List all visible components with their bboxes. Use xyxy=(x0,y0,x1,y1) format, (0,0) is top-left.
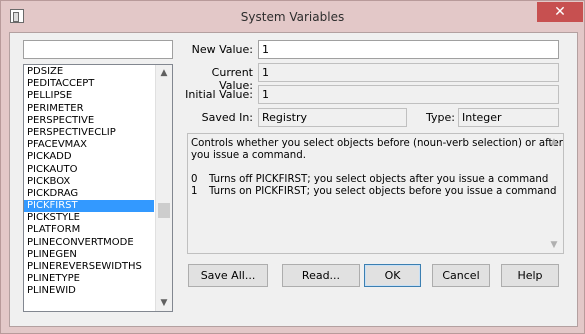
option-code: 0 xyxy=(191,174,198,185)
list-item[interactable]: PEDITACCEPT xyxy=(24,78,154,90)
list-item[interactable]: PLINEWID xyxy=(24,285,154,297)
cancel-button[interactable]: Cancel xyxy=(432,264,490,287)
help-button[interactable]: Help xyxy=(501,264,559,287)
option-text: Turns off PICKFIRST; you select objects … xyxy=(209,174,549,185)
saved-in-label: Saved In: xyxy=(201,111,253,124)
list-item[interactable]: PICKSTYLE xyxy=(24,212,154,224)
scroll-thumb[interactable] xyxy=(158,203,170,218)
close-icon: ✕ xyxy=(554,4,566,20)
description-line: you issue a command. xyxy=(191,150,306,161)
window-title: System Variables xyxy=(240,10,345,24)
list-item[interactable]: PERSPECTIVE xyxy=(24,115,154,127)
current-value-field: 1 xyxy=(258,63,559,82)
description-option: 1 Turns on PICKFIRST; you select objects … xyxy=(191,186,556,198)
search-input[interactable] xyxy=(23,40,173,59)
list-item[interactable]: PICKFIRST xyxy=(24,200,154,213)
scroll-down-icon[interactable]: ▼ xyxy=(156,295,172,311)
variable-list[interactable]: PDSIZE PEDITACCEPT PELLIPSE PERIMETER PERSPE… xyxy=(23,64,173,312)
description-scrollbar[interactable]: ▲ ▼ xyxy=(546,134,563,253)
list-item[interactable]: PELLIPSE xyxy=(24,90,154,102)
option-code: 1 xyxy=(191,186,198,197)
list-item[interactable]: PDSIZE xyxy=(24,66,154,78)
list-item[interactable]: PFACEVMAX xyxy=(24,139,154,151)
variable-list-scrollbar[interactable]: ▲ ▼ xyxy=(155,65,172,311)
ok-button[interactable]: OK xyxy=(364,264,421,287)
list-item[interactable]: PERIMETER xyxy=(24,103,154,115)
read-button[interactable]: Read... xyxy=(282,264,360,287)
title-bar[interactable]: System Variables ✕ xyxy=(1,1,584,32)
option-text: Turns on PICKFIRST; you select objects b… xyxy=(209,186,557,197)
description-option: 0 Turns off PICKFIRST; you select objects… xyxy=(191,174,549,186)
saved-in-field: Registry xyxy=(258,108,407,127)
list-item[interactable]: PLINEGEN xyxy=(24,249,154,261)
initial-value-field: 1 xyxy=(258,85,559,104)
list-item[interactable]: PICKDRAG xyxy=(24,188,154,200)
list-item[interactable]: PLINEREVERSEWIDTHS xyxy=(24,261,154,273)
save-all-button[interactable]: Save All... xyxy=(188,264,268,287)
list-item[interactable]: PICKBOX xyxy=(24,176,154,188)
dialog-body: PDSIZE PEDITACCEPT PELLIPSE PERIMETER PERSPE… xyxy=(9,32,578,327)
description-text: Controls whether you select objects befo… xyxy=(191,138,563,198)
list-item[interactable]: PICKADD xyxy=(24,151,154,163)
new-value-field[interactable]: 1 xyxy=(258,40,559,59)
list-item[interactable]: PLINETYPE xyxy=(24,273,154,285)
scroll-up-icon[interactable]: ▲ xyxy=(156,65,172,81)
list-item[interactable]: PLINECONVERTMODE xyxy=(24,237,154,249)
scroll-up-icon[interactable]: ▲ xyxy=(546,134,562,150)
list-item[interactable]: PICKAUTO xyxy=(24,164,154,176)
type-field: Integer xyxy=(458,108,559,127)
scroll-down-icon[interactable]: ▼ xyxy=(546,237,562,253)
system-variables-dialog: System Variables ✕ PDSIZE PEDITACCEPT PELL… xyxy=(0,0,585,334)
description-line: Controls whether you select objects befo… xyxy=(191,138,563,149)
list-item[interactable]: PERSPECTIVECLIP xyxy=(24,127,154,139)
list-item[interactable]: PLATFORM xyxy=(24,224,154,236)
new-value-label: New Value: xyxy=(191,43,253,56)
variable-list-items: PDSIZE PEDITACCEPT PELLIPSE PERIMETER PERSPE… xyxy=(24,66,154,298)
close-button[interactable]: ✕ xyxy=(537,2,583,22)
initial-value-label: Initial Value: xyxy=(185,88,253,101)
description-box: Controls whether you select objects befo… xyxy=(187,133,564,254)
type-label: Type: xyxy=(426,111,455,124)
